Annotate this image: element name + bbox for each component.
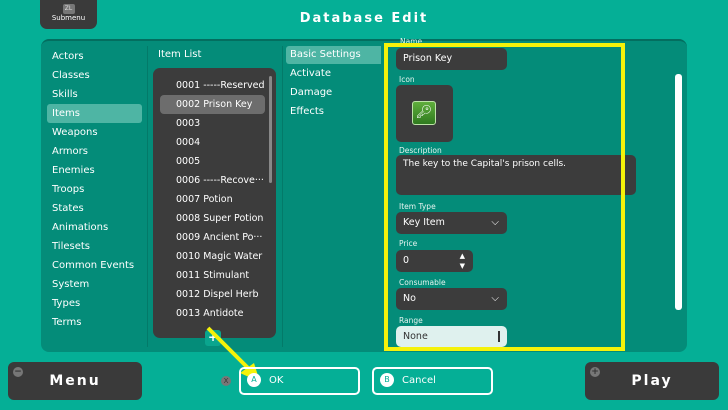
item-list-scrollbar[interactable] [269,76,272,183]
tab-damage[interactable]: Damage [286,84,381,102]
category-terms[interactable]: Terms [47,313,142,332]
list-item[interactable]: 0010 Magic Water [160,247,265,266]
tab-basic-settings[interactable]: Basic Settings [286,46,381,64]
category-enemies[interactable]: Enemies [47,161,142,180]
cancel-button[interactable]: B Cancel [372,367,493,395]
cancel-label: Cancel [402,375,436,386]
list-item[interactable]: 0002 Prison Key [160,95,265,114]
page-title: Database Edit [299,11,429,26]
category-weapons[interactable]: Weapons [47,123,142,142]
category-classes[interactable]: Classes [47,66,142,85]
plus-key-icon: + [590,367,600,377]
tab-activate[interactable]: Activate [286,65,381,83]
item-list[interactable]: 0001 -----Reserved 0002 Prison Key 0003 000… [153,68,276,338]
a-key-icon: A [247,373,261,387]
list-item[interactable]: 0011 Stimulant [160,266,265,285]
form-scrollbar[interactable] [675,74,682,310]
divider [147,46,148,347]
list-item[interactable]: 0013 Antidote [160,304,265,323]
minus-key-icon: − [13,367,23,377]
category-actors[interactable]: Actors [47,47,142,66]
list-item[interactable]: 0001 -----Reserved [160,76,265,95]
list-item[interactable]: 0008 Super Potion [160,209,265,228]
category-system[interactable]: System [47,275,142,294]
divider [282,46,283,347]
category-skills[interactable]: Skills [47,85,142,104]
category-tilesets[interactable]: Tilesets [47,237,142,256]
category-animations[interactable]: Animations [47,218,142,237]
item-list-header: Item List [158,49,202,60]
b-key-icon: B [380,373,394,387]
list-item[interactable]: 0006 -----Recove··· [160,171,265,190]
highlight-box [384,43,625,351]
category-types[interactable]: Types [47,294,142,313]
list-item[interactable]: 0003 [160,114,265,133]
play-button[interactable]: + Play [585,362,719,400]
menu-label: Menu [49,373,101,389]
category-troops[interactable]: Troops [47,180,142,199]
list-item[interactable]: 0012 Dispel Herb [160,285,265,304]
x-key-icon: X [221,376,231,386]
tab-effects[interactable]: Effects [286,103,381,121]
ok-label: OK [269,375,284,386]
list-item[interactable]: 0009 Ancient Po··· [160,228,265,247]
category-common-events[interactable]: Common Events [47,256,142,275]
play-label: Play [631,373,673,389]
menu-button[interactable]: − Menu [8,362,142,400]
list-item[interactable]: 0004 [160,133,265,152]
category-items[interactable]: Items [47,104,142,123]
category-states[interactable]: States [47,199,142,218]
ok-button[interactable]: A OK [239,367,360,395]
list-item[interactable]: 0007 Potion [160,190,265,209]
category-armors[interactable]: Armors [47,142,142,161]
list-item[interactable]: 0005 [160,152,265,171]
